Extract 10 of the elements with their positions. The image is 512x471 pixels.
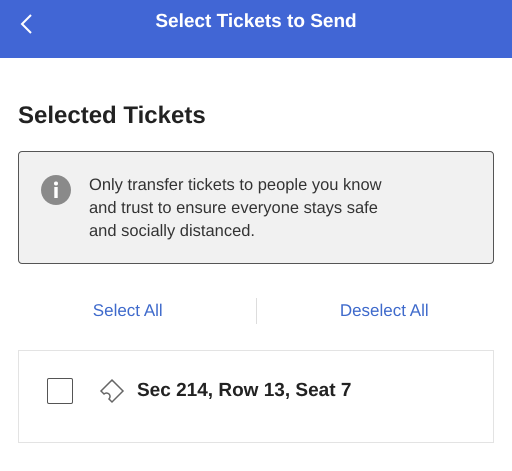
select-link[interactable]: Deselect All xyxy=(340,298,429,324)
notice-text: Only transfer tickets to people you know and trust to ensure everyone stays safe and socially distanced. xyxy=(89,175,383,242)
ticket-icon xyxy=(99,378,125,404)
section-title: Selected Tickets xyxy=(18,101,206,131)
info-icon xyxy=(41,175,71,205)
back-icon xyxy=(19,13,33,35)
ticket-label: Sec 214, Row 13, Seat 7 xyxy=(137,378,352,403)
ticket-checkbox[interactable] xyxy=(47,378,73,404)
page-title: Select Tickets to Send xyxy=(155,10,357,34)
select-link[interactable]: Select All xyxy=(92,298,163,324)
